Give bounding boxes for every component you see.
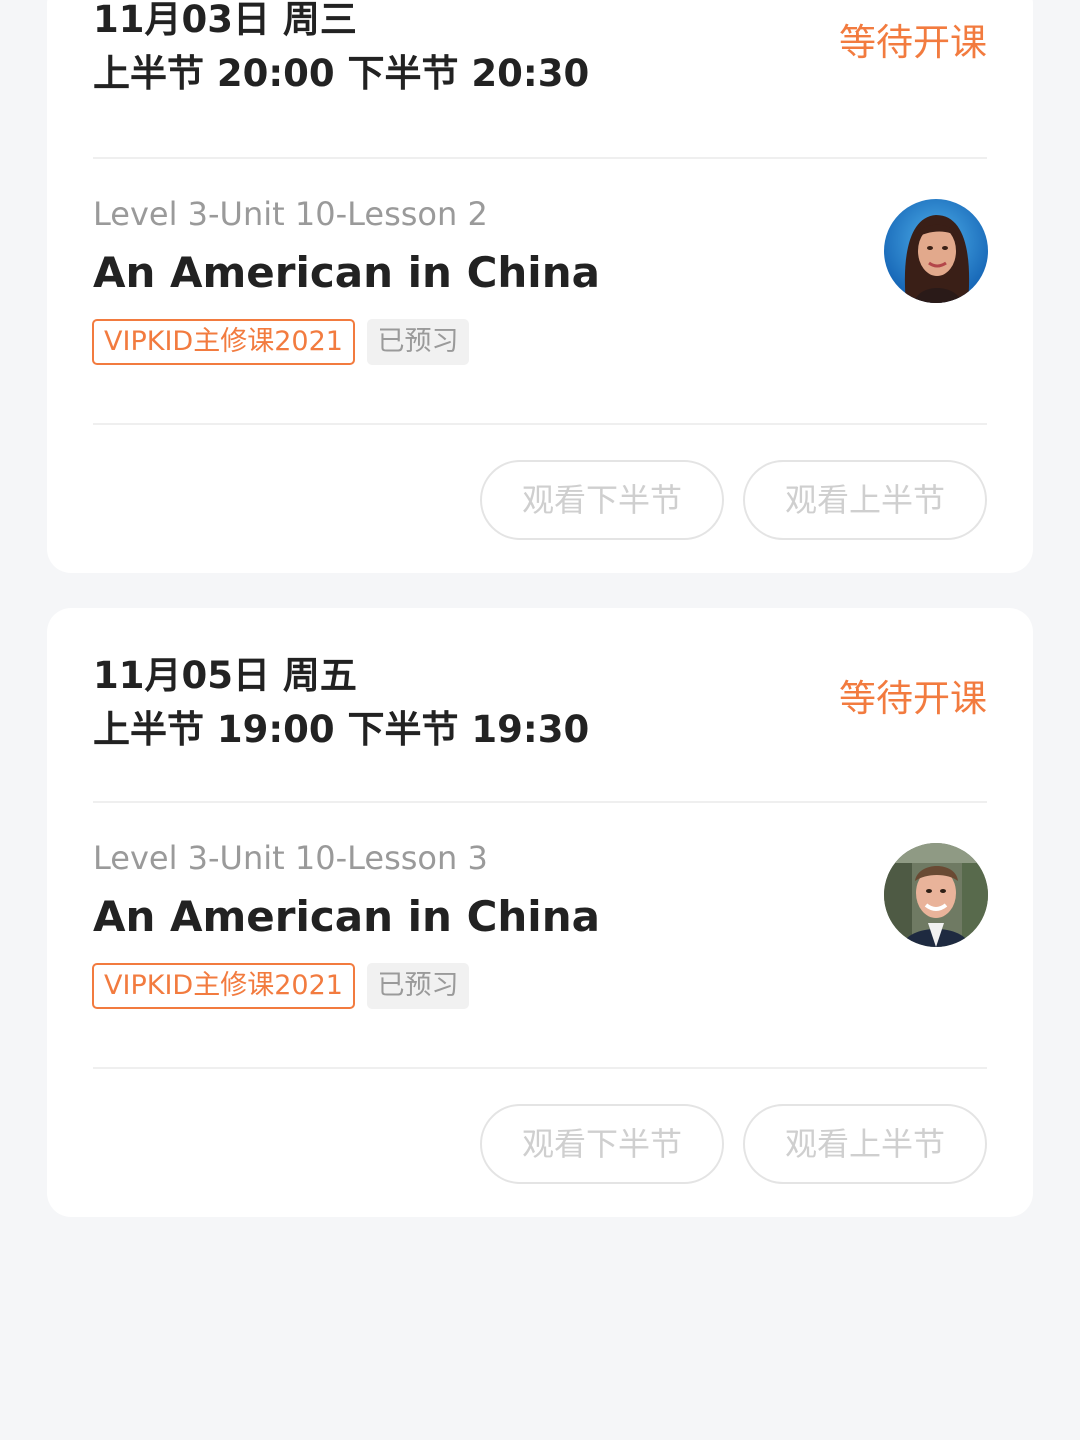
preview-tag: 已预习 <box>367 319 469 365</box>
lesson-card[interactable]: 11月03日 周三 上半节 20:00 下半节 20:30 等待开课 Level… <box>47 0 1033 573</box>
teacher-avatar-image <box>884 199 988 303</box>
lesson-title: An American in China <box>93 892 600 941</box>
preview-tag: 已预习 <box>367 963 469 1009</box>
lesson-list-page: 11月03日 周三 上半节 20:00 下半节 20:30 等待开课 Level… <box>0 0 1080 1440</box>
divider <box>93 1067 987 1069</box>
course-tag: VIPKID主修课2021 <box>92 963 355 1009</box>
lesson-times: 上半节 19:00 下半节 19:30 <box>93 708 590 751</box>
teacher-avatar[interactable] <box>884 843 988 947</box>
watch-first-half-button[interactable]: 观看上半节 <box>743 1104 987 1184</box>
lesson-schedule-header: 11月05日 周五 上半节 19:00 下半节 19:30 等待开课 <box>93 656 987 806</box>
divider <box>93 423 987 425</box>
divider <box>93 801 987 803</box>
lesson-date: 11月05日 周五 <box>93 654 357 697</box>
lesson-date: 11月03日 周三 <box>93 0 357 41</box>
watch-second-half-button[interactable]: 观看下半节 <box>480 1104 724 1184</box>
lesson-card[interactable]: 11月05日 周五 上半节 19:00 下半节 19:30 等待开课 Level… <box>47 608 1033 1217</box>
divider <box>93 157 987 159</box>
lesson-status: 等待开课 <box>839 677 987 720</box>
lesson-status: 等待开课 <box>839 21 987 64</box>
watch-second-half-button[interactable]: 观看下半节 <box>480 460 724 540</box>
watch-first-half-button[interactable]: 观看上半节 <box>743 460 987 540</box>
teacher-avatar-image <box>884 843 988 947</box>
lesson-schedule-header: 11月03日 周三 上半节 20:00 下半节 20:30 等待开课 <box>93 0 987 150</box>
teacher-avatar[interactable] <box>884 199 988 303</box>
lesson-title: An American in China <box>93 248 600 297</box>
course-tag: VIPKID主修课2021 <box>92 319 355 365</box>
lesson-times: 上半节 20:00 下半节 20:30 <box>93 52 590 95</box>
lesson-code: Level 3-Unit 10-Lesson 2 <box>93 195 488 233</box>
lesson-code: Level 3-Unit 10-Lesson 3 <box>93 839 488 877</box>
